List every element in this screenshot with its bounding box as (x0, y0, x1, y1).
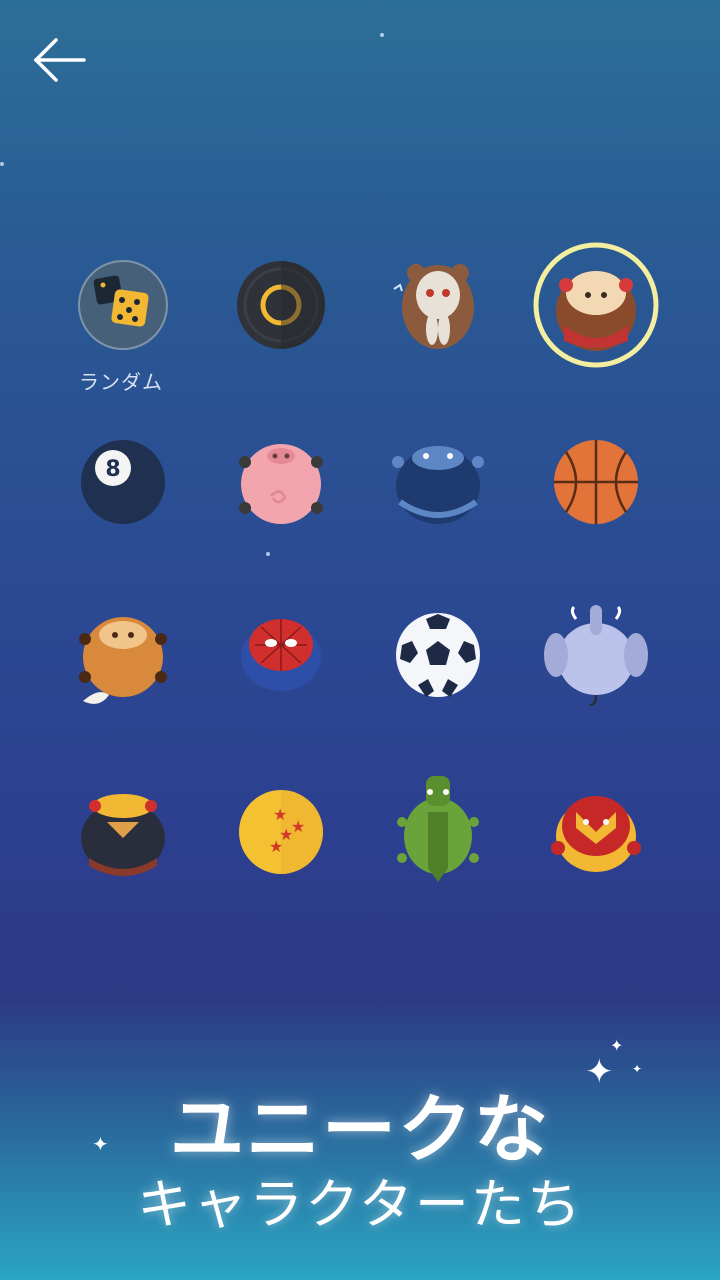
warrior-icon (81, 794, 165, 876)
fox-icon (79, 617, 167, 704)
character-crocodile[interactable] (383, 776, 493, 887)
pig-icon (239, 444, 323, 524)
character-blue-beast[interactable] (383, 427, 493, 537)
elephant-icon (544, 605, 648, 706)
dragon-ball-icon: ★ ★ ★ ★ (239, 790, 323, 874)
character-bunny[interactable] (383, 250, 493, 360)
iron-hero-icon (551, 796, 641, 872)
character-spider-hero[interactable] (226, 600, 336, 710)
character-eight-ball[interactable]: 8 (68, 427, 178, 537)
character-lion-selected[interactable] (533, 242, 659, 368)
svg-text:★: ★ (269, 837, 283, 856)
character-tire[interactable] (226, 250, 336, 360)
character-elephant[interactable] (541, 600, 651, 710)
tire-icon (237, 261, 325, 349)
character-basketball[interactable] (541, 427, 651, 537)
character-label-random: ランダム (79, 370, 163, 394)
character-dragon-ball[interactable]: ★ ★ ★ ★ (226, 777, 336, 887)
character-soccer-ball[interactable] (383, 600, 493, 710)
dice-icon (78, 260, 168, 350)
promo-subtitle: キャラクターたち (137, 1173, 583, 1236)
basketball-icon (554, 440, 638, 524)
soccer-ball-icon (396, 613, 480, 697)
spider-hero-icon (241, 619, 321, 691)
sparkle-icon: ✦ (610, 1036, 624, 1055)
svg-text:8: 8 (105, 457, 120, 482)
crocodile-icon (397, 776, 479, 882)
lion-icon (533, 242, 659, 368)
character-pig[interactable] (226, 427, 336, 537)
character-warrior[interactable] (68, 777, 178, 887)
svg-text:★: ★ (273, 805, 287, 824)
character-iron-hero[interactable] (541, 777, 651, 887)
bunny-icon (393, 264, 474, 349)
blue-beast-icon (392, 446, 484, 524)
eight-ball-icon: 8 (81, 440, 165, 524)
character-random[interactable] (68, 250, 178, 360)
character-fox[interactable] (68, 600, 178, 710)
